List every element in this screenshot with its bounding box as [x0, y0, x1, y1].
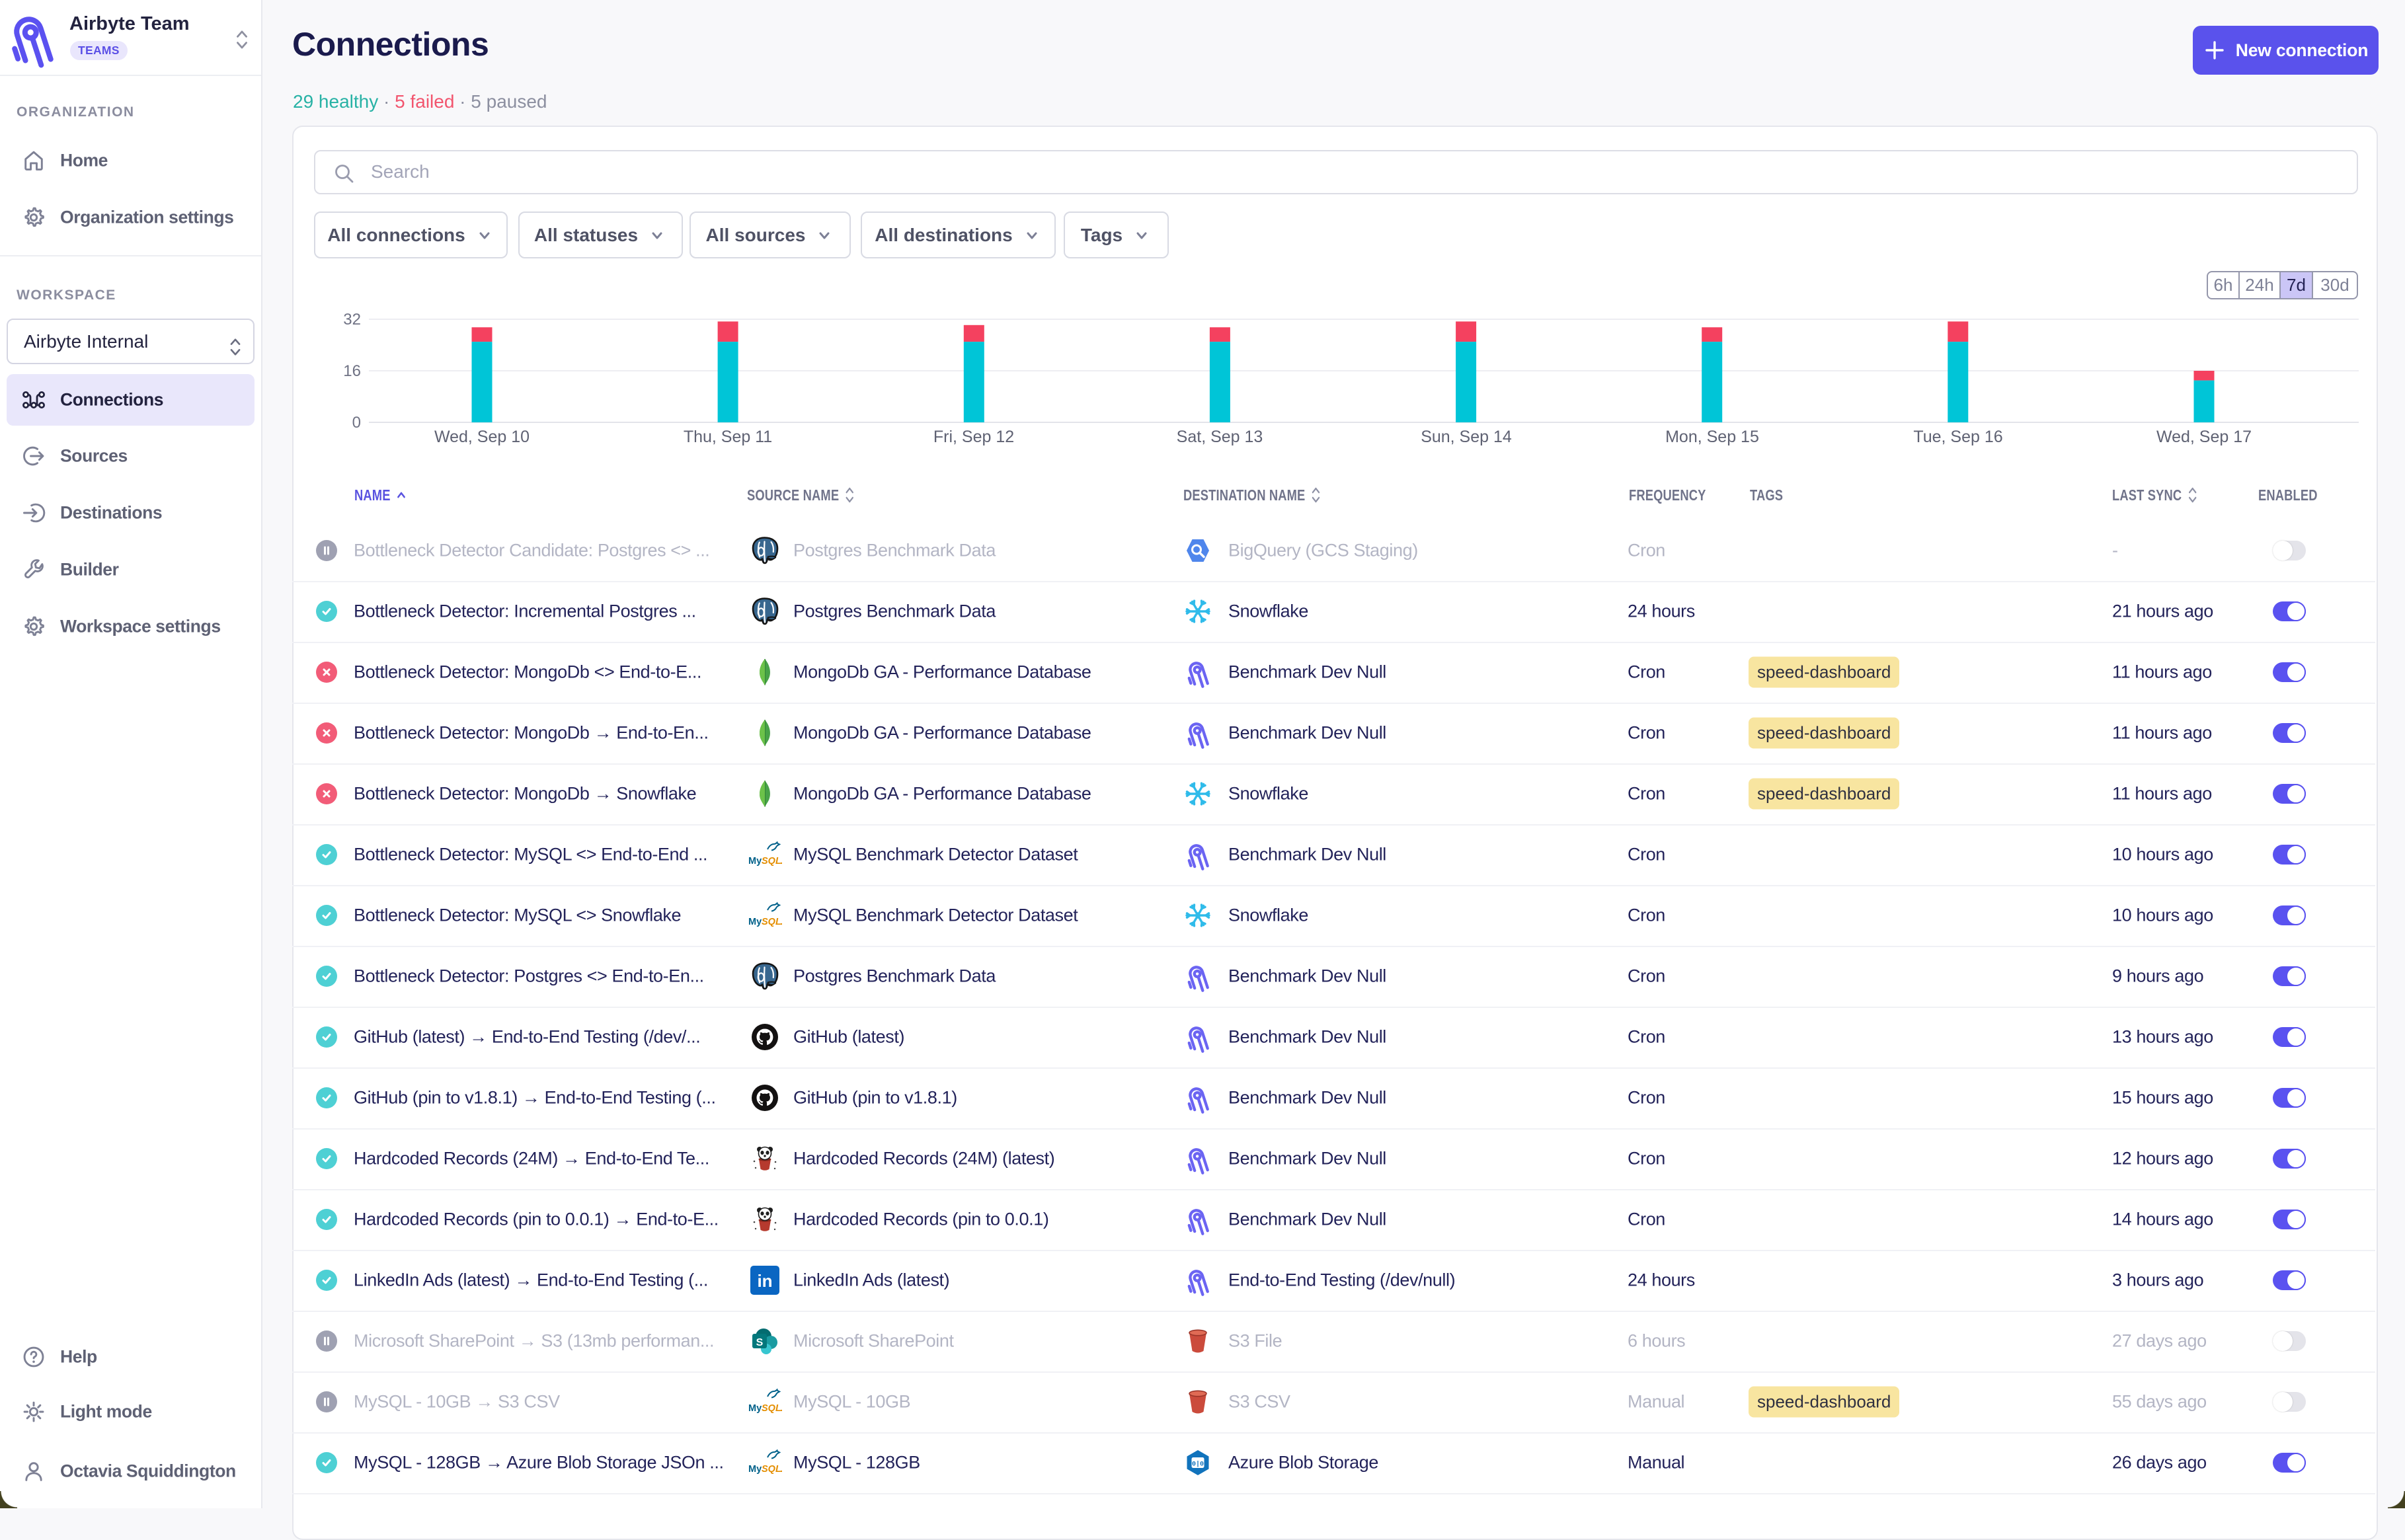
svg-text:0: 0 — [352, 414, 361, 432]
svg-text:.: . — [780, 1403, 783, 1413]
svg-text:SQL: SQL — [762, 917, 781, 927]
svg-text:Sun, Sep 14: Sun, Sep 14 — [1421, 428, 1512, 446]
svg-text:.: . — [780, 916, 783, 927]
svg-text:Thu, Sep 11: Thu, Sep 11 — [684, 428, 772, 446]
svg-text:SQL: SQL — [762, 1403, 781, 1414]
svg-text:Wed, Sep 10: Wed, Sep 10 — [434, 428, 530, 446]
svg-text:My: My — [748, 1464, 762, 1475]
svg-text:Mon, Sep 15: Mon, Sep 15 — [1665, 428, 1759, 446]
svg-text:SQL: SQL — [762, 856, 781, 866]
svg-text:in: in — [757, 1271, 772, 1291]
svg-text:10|01: 10|01 — [1188, 1461, 1208, 1469]
svg-text:32: 32 — [343, 311, 361, 328]
svg-text:Wed, Sep 17: Wed, Sep 17 — [2156, 428, 2252, 446]
svg-text:Tue, Sep 16: Tue, Sep 16 — [1913, 428, 2002, 446]
svg-text:My: My — [748, 856, 762, 866]
svg-text:.: . — [780, 1463, 783, 1474]
svg-text:Sat, Sep 13: Sat, Sep 13 — [1177, 428, 1263, 446]
svg-text:S: S — [756, 1337, 764, 1348]
svg-text:16: 16 — [343, 362, 361, 380]
svg-text:Fri, Sep 12: Fri, Sep 12 — [933, 428, 1014, 446]
svg-text:My: My — [748, 1403, 762, 1414]
svg-text:SQL: SQL — [762, 1464, 781, 1475]
svg-text:.: . — [780, 855, 783, 866]
svg-text:My: My — [748, 917, 762, 927]
